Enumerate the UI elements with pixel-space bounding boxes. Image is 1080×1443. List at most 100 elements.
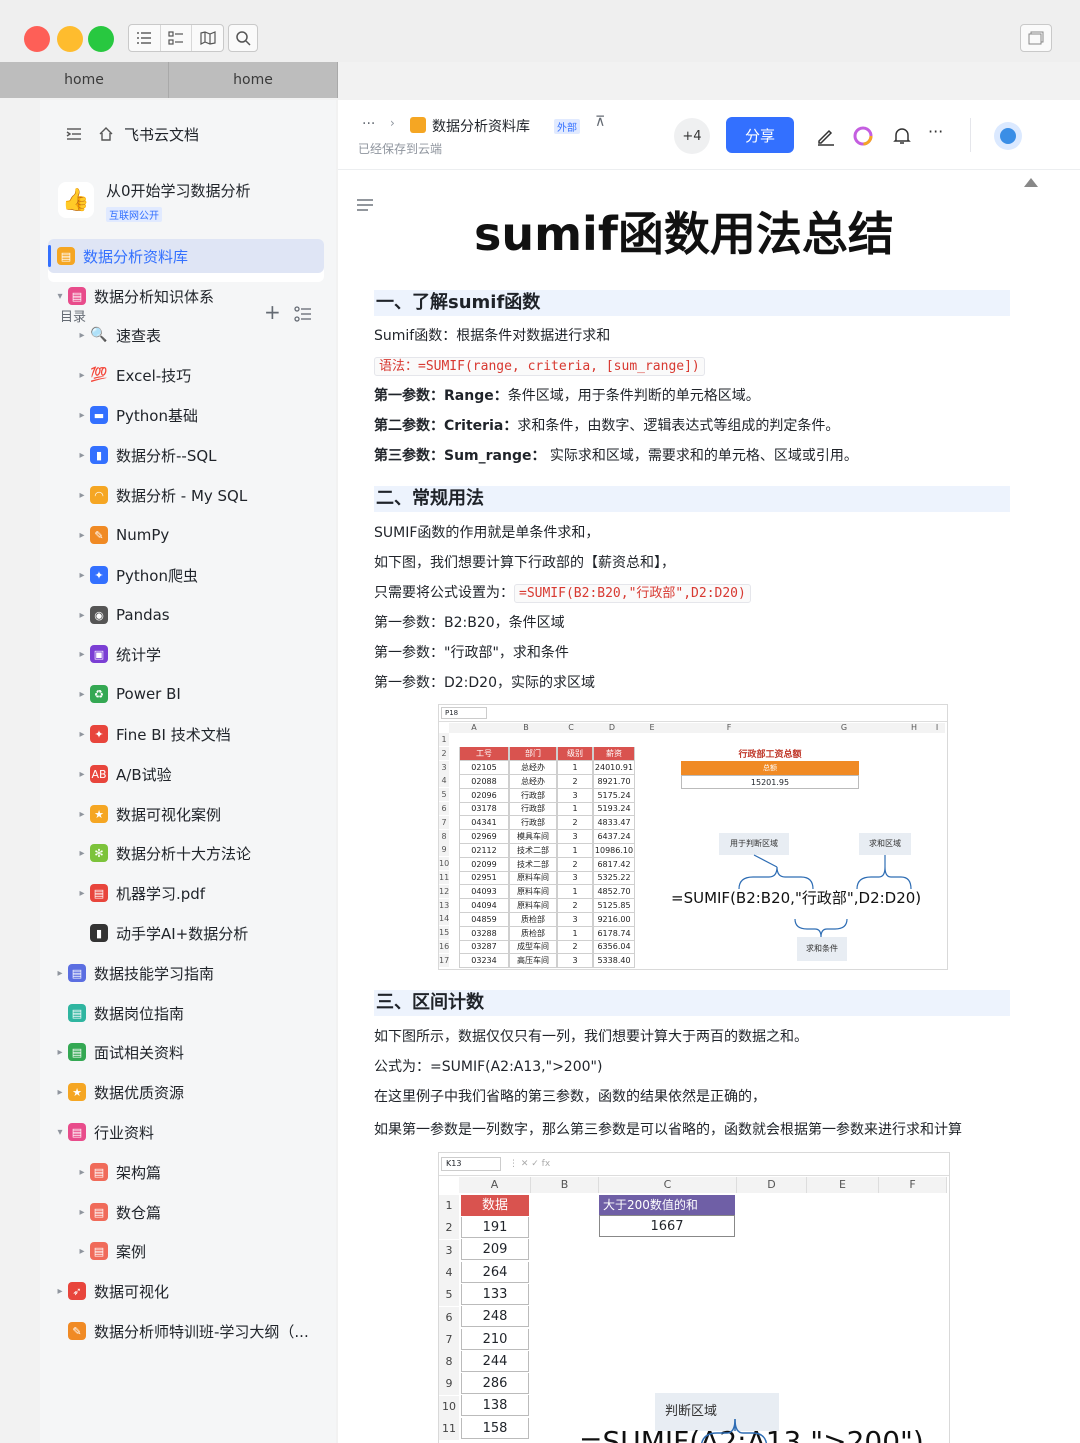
doc-icon: ▤	[68, 1123, 86, 1141]
sidebar-item[interactable]: ▸ AB A/B试验	[40, 757, 336, 791]
sidebar-item[interactable]: ▸ ▮ 数据分析--SQL	[40, 438, 336, 472]
maximize-window-button[interactable]	[88, 26, 114, 52]
search-toolbar-button[interactable]	[228, 24, 258, 52]
doc-icon: ◠	[90, 486, 108, 504]
sidebar-item[interactable]: ✎ 数据分析师特训班-学习大纲（...	[40, 1314, 336, 1348]
outline-toggle-icon[interactable]	[356, 198, 374, 212]
sidebar-item-label: 数据分析十大方法论	[116, 844, 252, 863]
sidebar-item[interactable]: ▸ ★ 数据可视化案例	[40, 797, 336, 831]
chevron-right-icon[interactable]: ▸	[74, 1207, 90, 1218]
active-indicator	[48, 245, 51, 267]
chevron-right-icon[interactable]: ▸	[74, 689, 90, 700]
chevron-right-icon[interactable]: ▸	[74, 530, 90, 541]
window-layout-button[interactable]	[1020, 24, 1052, 52]
tab-home-2[interactable]: home	[169, 62, 338, 98]
chevron-right-icon[interactable]: ▸	[74, 649, 90, 660]
chevron-right-icon[interactable]: ▸	[52, 1286, 68, 1297]
sidebar-item[interactable]: ▸ ▤ 数仓篇	[40, 1195, 336, 1229]
doc-icon: ♻	[90, 685, 108, 703]
doc-icon: ✦	[90, 566, 108, 584]
breadcrumb[interactable]: 数据分析资料库	[432, 116, 530, 136]
sidebar-item[interactable]: ▸ ▤ 案例	[40, 1234, 336, 1268]
chevron-right-icon[interactable]: ▸	[74, 450, 90, 461]
sidebar-item[interactable]: ▸ ◉ Pandas	[40, 598, 336, 632]
page-title: sumif函数用法总结	[474, 207, 894, 261]
doc-icon: ▣	[90, 645, 108, 663]
sidebar-item[interactable]: ▮ 动手学AI+数据分析	[40, 916, 336, 950]
sidebar-item[interactable]: ▤ 数据分析资料库	[48, 239, 324, 273]
sidebar-item[interactable]: ▸ ▬ Python基础	[40, 398, 336, 432]
s2-line5: 第一参数："行政部"，求和条件	[374, 645, 569, 661]
chevron-right-icon[interactable]: ▸	[74, 809, 90, 820]
sidebar-item[interactable]: ▸ ✎ NumPy	[40, 518, 336, 552]
sidebar-item[interactable]: ▤ 数据岗位指南	[40, 996, 336, 1030]
chevron-right-icon[interactable]: ▸	[74, 490, 90, 501]
s3-line1: 如下图所示，数据仅仅只有一列，我们想要计算大于两百的数据之和。	[374, 1029, 808, 1045]
sidebar-item[interactable]: ▸ ▤ 面试相关资料	[40, 1035, 336, 1069]
title-bar	[0, 0, 1080, 62]
space-title: 从0开始学习数据分析	[106, 182, 251, 200]
chevron-right-icon[interactable]: ▸	[74, 888, 90, 899]
sidebar-item[interactable]: ▸ ♻ Power BI	[40, 677, 336, 711]
chevron-right-icon[interactable]: ▸	[74, 769, 90, 780]
sidebar-item[interactable]: ▸ ✦ Fine BI 技术文档	[40, 717, 336, 751]
sidebar-item[interactable]: ▸ ▣ 统计学	[40, 637, 336, 671]
s1-param1-text: 条件区域，用于条件判断的单元格区域。	[507, 388, 760, 404]
sidebar-item-label: 速查表	[116, 326, 162, 345]
chevron-right-icon[interactable]: ▸	[74, 848, 90, 859]
chevron-right-icon[interactable]: ▸	[74, 410, 90, 421]
chevron-right-icon[interactable]: ▸	[52, 1087, 68, 1098]
doc-icon: ✦	[90, 725, 108, 743]
sidebar-root[interactable]: 飞书云文档	[40, 122, 336, 146]
doc-icon: ▤	[57, 247, 75, 265]
sidebar-item[interactable]: ▸ ▤ 机器学习.pdf	[40, 876, 336, 910]
chevron-right-icon[interactable]: ▸	[74, 610, 90, 621]
sidebar-item[interactable]: ▸ ▤ 架构篇	[40, 1155, 336, 1189]
close-window-button[interactable]	[24, 26, 50, 52]
doc-icon: ▤	[68, 287, 86, 305]
chevron-right-icon[interactable]: ▸	[74, 1167, 90, 1178]
sidebar-item[interactable]: ▸ ★ 数据优质资源	[40, 1075, 336, 1109]
s3-line3: 在这里例子中我们省略的第三参数，函数的结果依然是正确的，	[374, 1089, 766, 1105]
checklist-view-icon[interactable]	[161, 25, 193, 51]
sidebar-item[interactable]: ▸ 💯 Excel-技巧	[40, 358, 336, 392]
sidebar-item[interactable]: ▾ ▤ 数据分析知识体系	[40, 279, 336, 313]
bell-icon[interactable]	[892, 126, 912, 146]
chevron-right-icon[interactable]: ▸	[74, 729, 90, 740]
more-breadcrumb-button[interactable]: ···	[362, 116, 375, 132]
ai-assistant-icon[interactable]	[852, 125, 874, 147]
sidebar-item[interactable]: ▾ ▤ 行业资料	[40, 1115, 336, 1149]
doc-icon: AB	[90, 765, 108, 783]
sidebar-item[interactable]: ▸ ✦ Python爬虫	[40, 558, 336, 592]
share-button[interactable]: 分享	[726, 117, 794, 153]
chevron-right-icon[interactable]: ▸	[74, 370, 90, 381]
sidebar-item[interactable]: ▸ ✻ 数据分析十大方法论	[40, 836, 336, 870]
sidebar-item[interactable]: ▸ ➶ 数据可视化	[40, 1274, 336, 1308]
sidebar-item[interactable]: ▸ ▤ 数据技能学习指南	[40, 956, 336, 990]
sidebar-item-label: 动手学AI+数据分析	[116, 924, 249, 943]
minimize-window-button[interactable]	[57, 26, 83, 52]
chevron-right-icon[interactable]: ▸	[74, 570, 90, 581]
sidebar-item[interactable]: ▸ 🔍 速查表	[40, 318, 336, 352]
doc-icon: ▮	[90, 446, 108, 464]
chevron-down-icon[interactable]: ▾	[52, 291, 68, 302]
collaborators-count[interactable]: +4	[674, 118, 710, 154]
avatar[interactable]	[994, 122, 1022, 150]
scroll-up-icon[interactable]	[1024, 178, 1038, 187]
s1-param2-label: 第二参数：Criteria：	[374, 418, 518, 434]
chevron-right-icon[interactable]: ▸	[52, 968, 68, 979]
chevron-right-icon[interactable]: ▸	[74, 330, 90, 341]
doc-folder-icon	[410, 117, 426, 133]
pin-icon[interactable]: ⊼	[595, 114, 605, 130]
tab-home-1[interactable]: home	[0, 62, 169, 98]
map-view-icon[interactable]	[192, 25, 223, 51]
chevron-down-icon[interactable]: ▾	[52, 1127, 68, 1138]
list-view-icon[interactable]	[129, 25, 161, 51]
edit-icon[interactable]	[816, 126, 836, 146]
more-options-button[interactable]: ···	[928, 122, 943, 141]
chevron-right-icon[interactable]: ▸	[52, 1047, 68, 1058]
chevron-right-icon[interactable]: ▸	[74, 1246, 90, 1257]
doc-icon: ▤	[90, 1242, 108, 1260]
brace-annotations	[738, 854, 912, 938]
sidebar-item[interactable]: ▸ ◠ 数据分析 - My SQL	[40, 478, 336, 512]
